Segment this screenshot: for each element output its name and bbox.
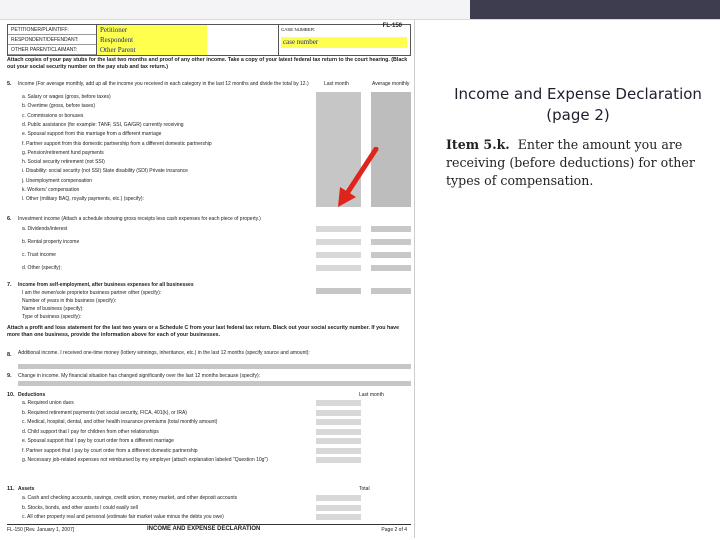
form-row-label: e. Spousal support that I pay by court o… [22,438,174,444]
form-row-label: h. Social security retirement (not SSI) [22,159,105,166]
form-row-label: l. Other (military BAQ, royalty payments… [22,196,144,203]
amount-field [316,409,361,416]
average-field [371,239,411,245]
form-row-label: i. Disability: social security (not SSI)… [22,168,188,175]
section-8-fill [18,364,411,369]
section-7-amount [316,288,361,294]
form-row-label: Type of business (specify): [22,314,82,320]
section-5-label: Income (For average monthly, add up all … [18,81,309,87]
case-number-label: CASE NUMBER: [281,27,316,32]
col-average-monthly: Average monthly [372,81,410,87]
amount-field [316,265,361,271]
party-label: PETITIONER/PLAINTIFF: [8,25,96,35]
form-page-image: FL-150 PETITIONER/PLAINTIFF: RESPONDENT/… [4,20,415,538]
amount-field [316,252,361,258]
party-value: Petitioner [97,25,207,35]
amount-field [316,514,361,520]
case-number-box: CASE NUMBER: case number [278,25,411,55]
red-arrow-icon [338,147,379,207]
form-row-label: b. Overtime (gross, before taxes) [22,103,96,110]
amount-field [316,226,361,232]
form-row-label: b. Required retirement payments (not soc… [22,409,187,416]
section-number: 7. [7,282,12,288]
footer-right: Page 2 of 4 [381,527,407,533]
col-last-month: Last month [324,81,349,87]
slide-title: Income and Expense Declaration (page 2) [454,85,702,124]
form-row-label: c. Trust income [22,252,56,258]
form-row-label: j. Unemployment compensation [22,177,93,184]
amount-field [316,447,361,454]
slide-top-bar-accent [470,0,720,20]
form-row-label: d. Other (specify): [22,265,62,271]
section-number: 6. [7,216,12,222]
form-row-label: Name of business (specify): [22,306,84,312]
form-row-label: d. Child support that I pay for children… [22,428,159,435]
case-number-value: case number [281,37,407,48]
section-7-attach-text: Attach a profit and loss statement for t… [7,325,400,338]
form-row-label: e. Spousal support from this marriage fr… [22,131,162,138]
form-row-label: a. Required union dues [22,400,74,406]
party-value: Respondent [97,35,207,45]
form-row-label: k. Workers' compensation [22,187,80,193]
footer-left: FL-150 [Rev. January 1, 2007] [7,527,75,533]
item-label: Item 5.k. [446,137,510,152]
average-field [371,265,411,271]
form-row-label: c. Commissions or bonuses [22,112,84,119]
party-label: RESPONDENT/DEFENDANT: [8,35,96,45]
party-labels: PETITIONER/PLAINTIFF: RESPONDENT/DEFENDA… [8,25,97,55]
form-row-label: I am the owner/sole proprietor business … [22,290,162,296]
slide-description: Item 5.k. Enter the amount you are recei… [446,136,708,190]
section-10-label: Deductions [18,392,46,398]
form-row-label: c. Medical, hospital, dental, and other … [22,419,218,425]
form-footer: FL-150 [Rev. January 1, 2007] INCOME AND… [7,524,411,533]
section-number: 11. [7,486,15,492]
party-label: OTHER PARENT/CLAIMANT: [8,45,96,55]
form-row-label: f. Partner support from this domestic pa… [22,140,212,147]
section-11-col: Total [359,486,370,492]
party-values: Petitioner Respondent Other Parent [97,25,277,55]
form-row-label: a. Cash and checking accounts, savings, … [22,495,238,501]
form-row-label: b. Rental property income [22,239,80,245]
section-number: 8. [7,352,12,358]
section-number: 9. [7,373,12,379]
form-row-label: Number of years in this business (specif… [22,298,117,304]
form-row-label: f. Partner support that I pay by court o… [22,447,198,454]
party-value: Other Parent [97,45,207,55]
section-number: 10. [7,392,15,398]
form-header: FL-150 PETITIONER/PLAINTIFF: RESPONDENT/… [7,23,411,56]
arrow-shaft [343,147,379,198]
section-11-label: Assets [18,486,35,492]
section-10-col: Last month [359,392,384,398]
form-row-label: a. Dividends/interest [22,226,68,232]
section-9-fill [18,381,411,386]
amount-field [316,428,361,435]
section-7-label: Income from self-employment, after busin… [18,282,194,288]
section-number: 5. [7,81,12,87]
footer-center: INCOME AND EXPENSE DECLARATION [147,526,261,532]
amount-field [316,400,361,406]
form-row-label: g. Pension/retirement fund payments [22,149,104,156]
amount-field [316,457,361,463]
form-row-label: c. All other property real and personal … [22,514,224,520]
form-row-label: g. Necessary job-related expenses not re… [22,457,268,463]
section-8-label: Additional income. I received one-time m… [18,350,310,356]
section-7-average [371,288,411,294]
amount-field [316,495,361,501]
form-row-label: a. Salary or wages (gross, before taxes) [22,94,111,100]
amount-field [316,419,361,425]
attach-instructions: Attach copies of your pay stubs for the … [7,57,408,70]
average-field [371,226,411,232]
form-row-label: b. Stocks, bonds, and other assets I cou… [22,504,138,511]
section-9-label: Change in income. My financial situation… [18,373,261,379]
amount-field [316,239,361,245]
average-field [371,252,411,258]
section-6-label: Investment income (Attach a schedule sho… [18,216,261,222]
form-row-label: d. Public assistance (for example: TANF,… [22,121,184,128]
amount-field [316,504,361,511]
amount-field [316,438,361,444]
